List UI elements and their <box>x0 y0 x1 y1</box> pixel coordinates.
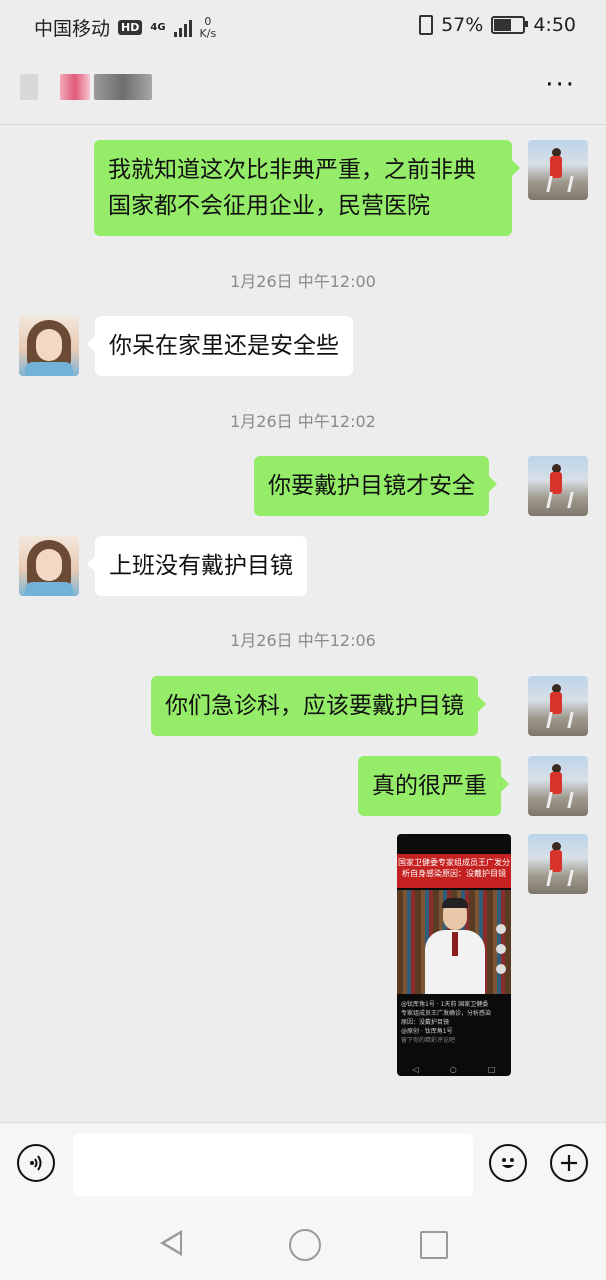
like-icon <box>496 924 506 934</box>
home-icon[interactable] <box>289 1229 321 1261</box>
comment-icon <box>496 944 506 954</box>
voice-icon[interactable] <box>17 1144 55 1182</box>
message-bubble-other[interactable]: 你呆在家里还是安全些 <box>87 316 353 376</box>
message-bubble-me[interactable]: 你要戴护目镜才安全 <box>254 456 497 516</box>
network-type: 4G <box>150 22 166 33</box>
video-message[interactable]: 国家卫健委专家组成员王广发分析自身感染原因：没戴护目镜 @钛厍角1号 · 1天前… <box>397 834 511 1076</box>
my-avatar[interactable] <box>528 140 588 200</box>
system-nav-bar <box>0 1208 606 1280</box>
battery-icon <box>491 16 529 34</box>
video-caption: @钛厍角1号 · 1天前 国家卫健委专家组成员王广发确诊，分析感染原因：没戴护目… <box>401 1001 492 1044</box>
video-banner: 国家卫健委专家组成员王广发分析自身感染原因：没戴护目镜 <box>397 854 511 888</box>
contact-avatar[interactable] <box>19 316 79 376</box>
signal-icon <box>173 19 192 37</box>
back-icon[interactable] <box>160 1230 182 1256</box>
chat-header: ··· <box>0 52 606 125</box>
chat-area[interactable]: 我就知道这次比非典严重，之前非典国家都不会征用企业，民营医院 1月26日 中午1… <box>0 124 606 1122</box>
message-bubble-me[interactable]: 你们急诊科，应该要戴护目镜 <box>151 676 486 736</box>
share-icon <box>496 964 506 974</box>
timestamp: 1月26日 中午12:02 <box>230 412 376 431</box>
emoji-icon[interactable] <box>489 1144 527 1182</box>
more-options-button[interactable]: ··· <box>545 72 576 98</box>
recent-apps-icon[interactable] <box>420 1231 448 1259</box>
battery-percent: 57% <box>441 14 484 36</box>
video-person <box>425 898 485 994</box>
vibrate-icon <box>419 15 434 35</box>
timestamp: 1月26日 中午12:00 <box>230 272 376 291</box>
hd-badge: HD <box>118 20 143 35</box>
input-bar <box>0 1122 606 1209</box>
video-side-actions <box>495 924 507 974</box>
my-avatar[interactable] <box>528 456 588 516</box>
contact-avatar[interactable] <box>19 536 79 596</box>
status-bar: 中国移动 HD 4G 0 K/s 57% 4:50 <box>0 0 606 52</box>
carrier-name: 中国移动 <box>34 18 111 40</box>
message-bubble-me[interactable]: 我就知道这次比非典严重，之前非典国家都不会征用企业，民营医院 <box>94 140 520 236</box>
message-input[interactable] <box>73 1134 473 1196</box>
my-avatar[interactable] <box>528 756 588 816</box>
battery-fill <box>494 19 512 31</box>
plus-icon[interactable] <box>550 1144 588 1182</box>
my-avatar[interactable] <box>528 834 588 894</box>
message-bubble-other[interactable]: 上班没有戴护目镜 <box>87 536 307 596</box>
message-bubble-me[interactable]: 真的很严重 <box>358 756 509 816</box>
clock: 4:50 <box>533 14 576 36</box>
timestamp: 1月26日 中午12:06 <box>230 631 376 650</box>
net-speed: 0 K/s <box>199 14 217 40</box>
my-avatar[interactable] <box>528 676 588 736</box>
video-nav-bar: ◁ ○ □ <box>412 1064 496 1074</box>
